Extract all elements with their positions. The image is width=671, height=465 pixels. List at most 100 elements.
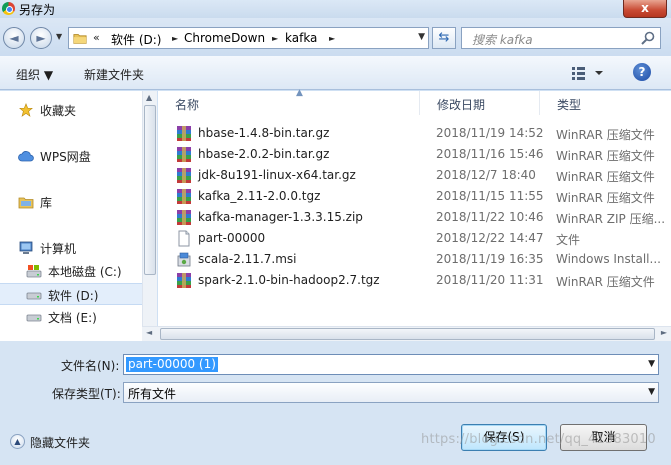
file-date: 2018/11/22 10:46 bbox=[436, 210, 544, 224]
sidebar-item-label: 库 bbox=[40, 196, 53, 210]
watermark-text: https://blog.csdn.net/qq_41383010 bbox=[421, 432, 656, 447]
winrar-icon bbox=[177, 189, 191, 204]
scroll-right-icon[interactable]: ► bbox=[661, 328, 667, 337]
sidebar-item-label: 文档 (E:) bbox=[48, 311, 97, 325]
file-name: scala-2.11.7.msi bbox=[198, 252, 297, 266]
breadcrumb-drive[interactable]: 软件 (D:) bbox=[111, 31, 161, 48]
file-row[interactable]: part-00000 2018/12/22 14:47 文件 bbox=[158, 228, 671, 249]
file-date: 2018/11/19 14:52 bbox=[436, 126, 544, 140]
file-type: 文件 bbox=[556, 233, 581, 247]
file-row[interactable]: hbase-2.0.2-bin.tar.gz 2018/11/16 15:46 … bbox=[158, 144, 671, 165]
file-row[interactable]: jdk-8u191-linux-x64.tar.gz 2018/12/7 18:… bbox=[158, 165, 671, 186]
breadcrumb-overflow[interactable]: « bbox=[93, 31, 100, 44]
filename-value[interactable]: part-00000 (1) bbox=[126, 357, 218, 372]
file-list: ▲ 名称 修改日期 类型 hbase-1.4.8-bin.tar.gz 2018… bbox=[158, 88, 671, 341]
close-button[interactable]: x bbox=[623, 0, 667, 18]
column-header-type[interactable]: 类型 bbox=[540, 91, 671, 115]
navigation-pane: 收藏夹 WPS网盘 库 计算机 本地磁盘 (C:) 软件 (D:) 文档 (E:… bbox=[0, 91, 142, 341]
breadcrumb-separator[interactable]: ► bbox=[329, 34, 335, 43]
column-header-label: 修改日期 bbox=[437, 98, 486, 112]
new-folder-button[interactable]: 新建文件夹 bbox=[84, 66, 144, 83]
command-bar: 组织 ▼ 新建文件夹 ? bbox=[0, 56, 671, 90]
file-type: WinRAR ZIP 压缩... bbox=[556, 212, 666, 226]
search-icon[interactable] bbox=[640, 30, 656, 46]
search-box[interactable]: 搜索 kafka bbox=[461, 27, 661, 49]
recent-locations-dropdown-icon[interactable]: ▼ bbox=[56, 32, 62, 41]
sidebar-item-drive-c[interactable]: 本地磁盘 (C:) bbox=[0, 260, 142, 282]
sidebar-item-label: 收藏夹 bbox=[40, 104, 77, 118]
filename-input[interactable]: part-00000 (1) ▼ bbox=[123, 354, 659, 375]
winrar-icon bbox=[177, 147, 191, 162]
breadcrumb-separator[interactable]: ► bbox=[272, 34, 278, 43]
winrar-icon bbox=[177, 168, 191, 183]
file-type: WinRAR 压缩文件 bbox=[556, 275, 655, 289]
file-date: 2018/11/20 11:31 bbox=[436, 273, 544, 287]
breadcrumb-chromedown[interactable]: ChromeDown bbox=[184, 31, 265, 45]
file-row[interactable]: hbase-1.4.8-bin.tar.gz 2018/11/19 14:52 … bbox=[158, 123, 671, 144]
file-date: 2018/11/16 15:46 bbox=[436, 147, 544, 161]
breadcrumb-separator[interactable]: ► bbox=[172, 34, 178, 43]
file-name: hbase-2.0.2-bin.tar.gz bbox=[198, 147, 330, 161]
sidebar-item-label: 软件 (D:) bbox=[48, 289, 99, 303]
file-date: 2018/11/15 11:55 bbox=[436, 189, 544, 203]
file-row[interactable]: kafka-manager-1.3.3.15.zip 2018/11/22 10… bbox=[158, 207, 671, 228]
sidebar-item-drive-e[interactable]: 文档 (E:) bbox=[0, 306, 142, 328]
scrollbar-thumb[interactable] bbox=[144, 105, 156, 275]
column-header-name[interactable]: 名称 bbox=[158, 91, 420, 115]
sidebar-item-label: WPS网盘 bbox=[40, 150, 91, 164]
file-row[interactable]: kafka_2.11-2.0.0.tgz 2018/11/15 11:55 Wi… bbox=[158, 186, 671, 207]
file-date: 2018/11/19 16:35 bbox=[436, 252, 544, 266]
filetype-value: 所有文件 bbox=[128, 387, 177, 401]
file-date: 2018/12/7 18:40 bbox=[436, 168, 536, 182]
address-row: ◄ ► ▼ « 软件 (D:) ► ChromeDown ► kafka ► ▼… bbox=[0, 18, 671, 56]
sidebar-item-label: 计算机 bbox=[40, 242, 77, 256]
library-icon bbox=[18, 197, 34, 209]
column-header-modified[interactable]: 修改日期 bbox=[420, 91, 540, 115]
window-title: 另存为 bbox=[19, 3, 56, 17]
scroll-up-icon[interactable]: ▲ bbox=[146, 93, 152, 102]
folder-icon bbox=[73, 34, 87, 44]
scrollbar-thumb[interactable] bbox=[160, 328, 655, 340]
view-options-icon[interactable] bbox=[570, 65, 606, 81]
blank-file-icon bbox=[178, 230, 190, 247]
horizontal-scrollbar[interactable]: ◄ ► bbox=[142, 326, 671, 341]
column-header-label: 名称 bbox=[175, 98, 200, 112]
file-name: kafka_2.11-2.0.0.tgz bbox=[198, 189, 321, 203]
refresh-icon: ⇆ bbox=[438, 30, 450, 45]
sidebar-item-drive-d[interactable]: 软件 (D:) bbox=[0, 283, 142, 305]
filetype-select[interactable]: 所有文件 ▼ bbox=[123, 382, 659, 403]
file-type: WinRAR 压缩文件 bbox=[556, 191, 655, 205]
sidebar-item-wps-cloud[interactable]: WPS网盘 bbox=[0, 145, 142, 167]
scroll-left-icon[interactable]: ◄ bbox=[146, 328, 152, 337]
drive-icon bbox=[26, 314, 42, 322]
back-button[interactable]: ◄ bbox=[3, 27, 25, 49]
chrome-app-icon bbox=[2, 2, 15, 15]
navigation-scrollbar[interactable]: ▲ ▼ bbox=[142, 91, 157, 341]
help-button[interactable]: ? bbox=[633, 63, 651, 81]
address-dropdown-icon[interactable]: ▼ bbox=[418, 32, 425, 42]
title-bar: 另存为 x bbox=[0, 0, 671, 18]
sidebar-item-libraries[interactable]: 库 bbox=[0, 191, 142, 213]
file-row[interactable]: scala-2.11.7.msi 2018/11/19 16:35 Window… bbox=[158, 249, 671, 270]
hide-folders-label: 隐藏文件夹 bbox=[30, 436, 91, 450]
star-icon bbox=[19, 103, 33, 117]
forward-button[interactable]: ► bbox=[30, 27, 52, 49]
sidebar-item-computer[interactable]: 计算机 bbox=[0, 237, 142, 259]
installer-icon bbox=[177, 252, 191, 267]
address-bar[interactable]: « 软件 (D:) ► ChromeDown ► kafka ► ▼ bbox=[68, 27, 429, 49]
file-type: WinRAR 压缩文件 bbox=[556, 128, 655, 142]
organize-menu[interactable]: 组织 ▼ bbox=[16, 66, 53, 83]
refresh-button[interactable]: ⇆ bbox=[432, 27, 456, 49]
breadcrumb-kafka[interactable]: kafka bbox=[285, 31, 317, 45]
sidebar-item-favorites[interactable]: 收藏夹 bbox=[0, 99, 142, 121]
chevron-down-icon[interactable]: ▼ bbox=[648, 387, 655, 397]
file-row[interactable]: spark-2.1.0-bin-hadoop2.7.tgz 2018/11/20… bbox=[158, 270, 671, 291]
filename-label: 文件名(N): bbox=[61, 359, 120, 373]
chevron-down-icon[interactable]: ▼ bbox=[648, 359, 655, 369]
winrar-icon bbox=[177, 126, 191, 141]
file-type: WinRAR 压缩文件 bbox=[556, 170, 655, 184]
file-type: Windows Install... bbox=[556, 252, 661, 266]
drive-icon bbox=[26, 292, 42, 300]
filetype-label: 保存类型(T): bbox=[52, 387, 121, 401]
file-name: jdk-8u191-linux-x64.tar.gz bbox=[198, 168, 356, 182]
